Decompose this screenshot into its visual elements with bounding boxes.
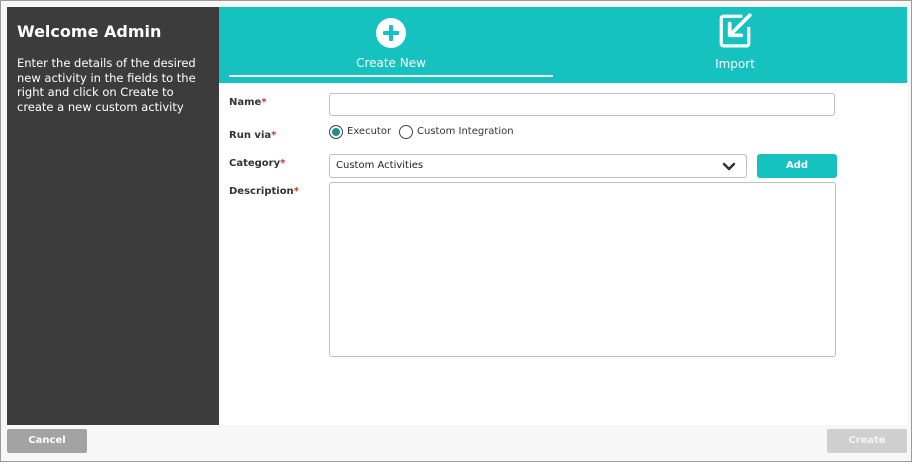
description-textarea[interactable] xyxy=(329,182,836,357)
required-mark: * xyxy=(261,97,267,108)
tab-create-new-label: Create New xyxy=(356,56,426,70)
import-icon xyxy=(719,13,752,48)
instructions-text: Enter the details of the desired new act… xyxy=(17,56,196,114)
description-label: Description* xyxy=(229,186,299,197)
chevron-down-icon xyxy=(722,162,736,171)
custom-integration-radio[interactable] xyxy=(399,125,413,139)
run-via-label: Run via* xyxy=(229,130,276,141)
category-label: Category* xyxy=(229,158,285,169)
run-via-label-text: Run via xyxy=(229,130,272,141)
cancel-button[interactable]: Cancel xyxy=(7,429,87,453)
required-mark: * xyxy=(280,158,286,169)
name-label-text: Name xyxy=(229,97,262,108)
executor-radio[interactable] xyxy=(329,125,343,139)
executor-radio-label: Executor xyxy=(347,126,392,137)
description-label-text: Description xyxy=(229,186,294,197)
category-select[interactable]: Custom Activities xyxy=(329,154,747,178)
welcome-title: Welcome Admin xyxy=(17,22,162,41)
name-input[interactable] xyxy=(329,93,835,116)
category-label-text: Category xyxy=(229,158,281,169)
tab-import-label: Import xyxy=(715,57,755,71)
add-category-button[interactable]: Add xyxy=(757,154,837,178)
tab-create-new[interactable]: Create New xyxy=(229,7,553,83)
tab-import[interactable]: Import xyxy=(573,7,897,83)
create-button[interactable]: Create xyxy=(827,429,907,453)
required-mark: * xyxy=(293,186,299,197)
name-label: Name* xyxy=(229,97,267,108)
required-mark: * xyxy=(271,130,277,141)
create-activity-dialog: Welcome Admin Enter the details of the d… xyxy=(0,0,912,462)
active-tab-indicator xyxy=(229,75,553,77)
sidebar-panel: Welcome Admin Enter the details of the d… xyxy=(7,7,219,425)
custom-integration-radio-label: Custom Integration xyxy=(417,126,514,137)
category-select-value: Custom Activities xyxy=(336,160,424,171)
tab-bar: Create New Import xyxy=(219,7,907,83)
main-panel: Create New Import Name* Run via* Executo… xyxy=(219,7,907,425)
plus-circle-icon xyxy=(376,18,406,48)
